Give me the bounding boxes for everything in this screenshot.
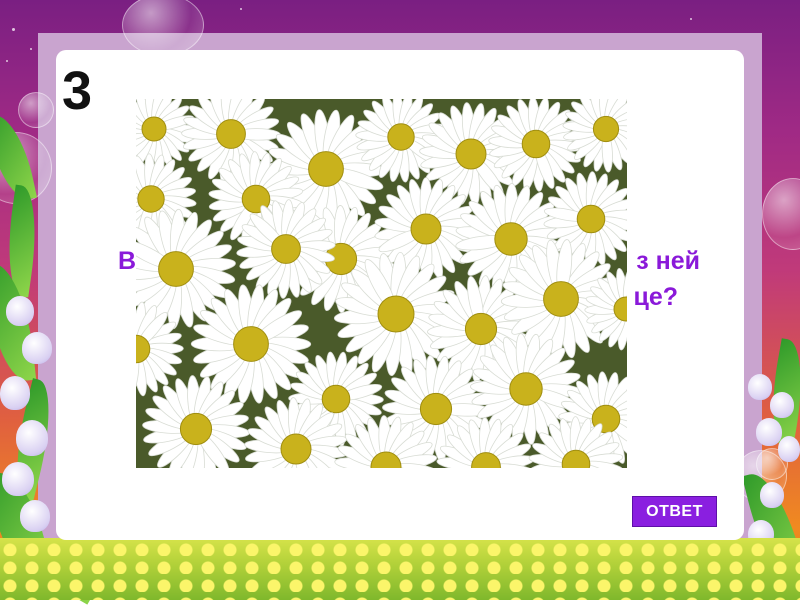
daisies-photo[interactable] xyxy=(136,99,627,468)
daisies-image xyxy=(136,99,627,468)
question-number: 3 xyxy=(62,64,92,118)
grass-strip xyxy=(0,538,800,600)
answer-button[interactable]: ОТВЕТ xyxy=(632,496,717,527)
question-fragment-right-2: це? xyxy=(633,279,678,315)
question-fragment-left: В xyxy=(118,243,136,279)
question-fragment-right-1: з ней xyxy=(636,243,700,279)
